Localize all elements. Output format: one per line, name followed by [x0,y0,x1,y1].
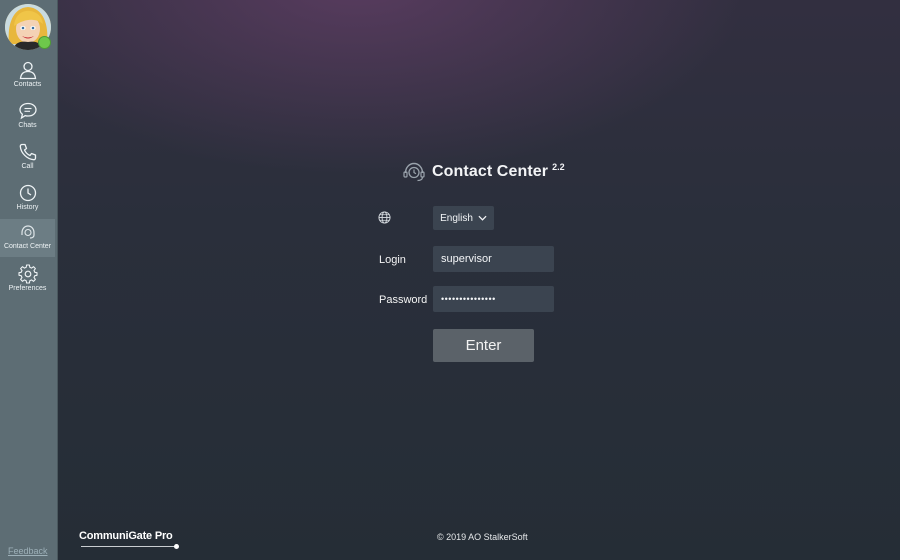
language-select-value: English [440,212,473,224]
phone-icon [19,143,36,161]
feedback-link[interactable]: Feedback [8,546,48,556]
brand-name: CommuniGate Pro [79,530,173,542]
chevron-down-icon [478,215,487,221]
language-select[interactable]: English [433,206,494,230]
gear-icon [17,264,38,284]
sidebar-item-contact-center[interactable]: Contact Center [0,219,55,257]
headset-icon [20,225,35,239]
person-icon [19,61,36,80]
main-panel: Contact Center 2.2 English Login supervi… [58,0,900,560]
communigate-pro-logo: CommuniGate Pro [79,530,179,550]
sidebar-item-label: Contact Center [3,243,52,250]
version-badge: 2.2 [552,162,565,172]
brand-dot [174,544,179,549]
sidebar-item-call[interactable]: Call [0,140,55,180]
sidebar-item-history[interactable]: History [0,181,55,221]
globe-icon [378,211,391,224]
page-title: Contact Center [432,163,549,180]
sidebar-item-label: Chats [18,122,37,129]
sidebar-item-label: Contacts [13,81,42,88]
contact-center-logo-icon [403,162,425,182]
presence-status-dot [38,36,51,49]
app-title-row: Contact Center 2.2 [402,158,565,186]
password-label: Password [379,294,428,306]
sidebar-item-label: History [16,204,39,211]
login-label: Login [379,254,406,266]
copyright-text: © 2019 AO StalkerSoft [437,532,528,542]
sidebar: Contacts Chats Call History Contact Cent… [0,0,58,560]
password-input[interactable]: ••••••••••••••• [433,286,554,312]
enter-button[interactable]: Enter [433,329,534,362]
sidebar-item-preferences[interactable]: Preferences [0,262,55,302]
sidebar-item-label: Preferences [8,285,47,292]
sidebar-item-label: Call [21,163,34,170]
clock-icon [19,184,36,202]
sidebar-item-chats[interactable]: Chats [0,99,55,139]
sidebar-item-contacts[interactable]: Contacts [0,58,55,98]
brand-underline [81,546,175,547]
chat-bubble-icon [18,102,37,120]
login-input[interactable]: supervisor [433,246,554,272]
